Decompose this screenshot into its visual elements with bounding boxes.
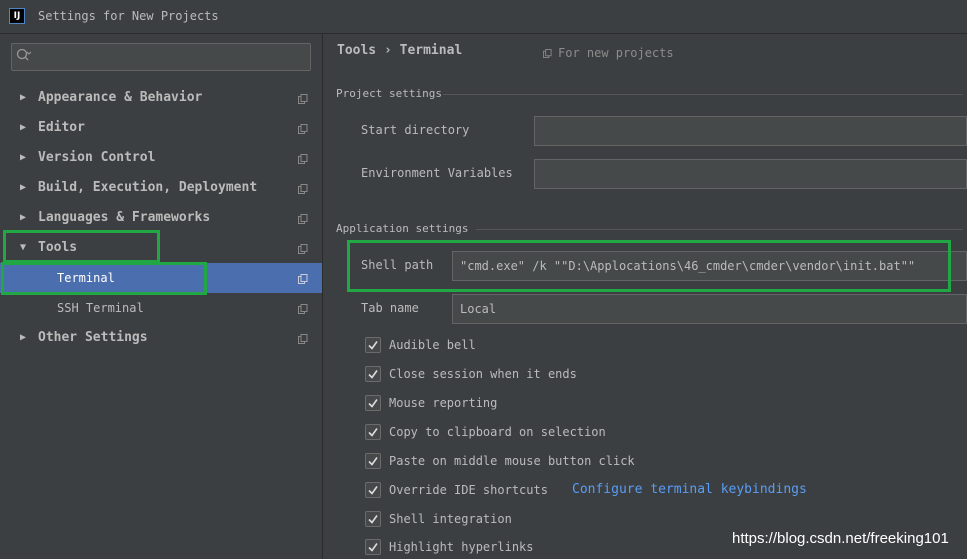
checkbox[interactable] xyxy=(365,453,381,469)
checkmark-icon xyxy=(368,515,378,524)
settings-sidebar: ▶ Appearance & Behavior ▶ Editor ▶ Versi… xyxy=(0,34,323,559)
project-scope-icon xyxy=(298,244,308,254)
application-settings-title: Application settings xyxy=(336,222,469,235)
checkbox[interactable] xyxy=(365,539,381,555)
chevron-right-icon: ▶ xyxy=(20,332,27,343)
section-divider xyxy=(476,229,963,230)
chevron-right-icon: ▶ xyxy=(20,152,27,163)
sidebar-item-other-settings[interactable]: ▶ Other Settings xyxy=(0,323,322,353)
checkmark-icon xyxy=(368,341,378,350)
section-divider xyxy=(443,94,963,95)
checkbox-label: Override IDE shortcuts xyxy=(389,483,548,497)
chevron-right-icon: ▶ xyxy=(20,92,27,103)
checkmark-icon xyxy=(368,428,378,437)
sidebar-item-label: Tools xyxy=(38,240,78,255)
configure-keybindings-link[interactable]: Configure terminal keybindings xyxy=(572,480,807,500)
sidebar-item-label: Languages & Frameworks xyxy=(38,210,211,225)
sidebar-item-editor[interactable]: ▶ Editor xyxy=(0,113,322,143)
sidebar-item-label: Editor xyxy=(38,120,85,135)
environment-variables-label: Environment Variables xyxy=(361,166,513,180)
checkbox[interactable] xyxy=(365,511,381,527)
start-directory-label: Start directory xyxy=(361,123,470,137)
sidebar-item-label: Version Control xyxy=(38,150,156,165)
project-scope-icon xyxy=(298,154,308,164)
checkbox-label: Close session when it ends xyxy=(389,367,577,381)
checkmark-icon xyxy=(368,543,378,552)
chevron-down-icon: ▼ xyxy=(20,242,27,253)
checkmark-icon xyxy=(368,486,378,495)
checkbox-label: Audible bell xyxy=(389,338,476,352)
sidebar-item-label: Terminal xyxy=(57,271,115,285)
shell-path-field[interactable]: "cmd.exe" /k ""D:\Applocations\46_cmder\… xyxy=(452,251,967,281)
sidebar-item-label: Build, Execution, Deployment xyxy=(38,180,258,195)
project-scope-icon xyxy=(543,49,552,58)
scope-note: For new projects xyxy=(543,46,674,60)
sidebar-item-label: Appearance & Behavior xyxy=(38,90,203,105)
chevron-right-icon: ▶ xyxy=(20,182,27,193)
search-input[interactable] xyxy=(11,43,311,71)
sidebar-item-terminal[interactable]: Terminal xyxy=(0,263,322,293)
project-scope-icon xyxy=(298,304,308,314)
checkmark-icon xyxy=(368,370,378,379)
project-settings-title: Project settings xyxy=(336,87,442,100)
sidebar-item-label: SSH Terminal xyxy=(57,301,144,315)
sidebar-item-build-execution-deployment[interactable]: ▶ Build, Execution, Deployment xyxy=(0,173,322,203)
sidebar-item-appearance-behavior[interactable]: ▶ Appearance & Behavior xyxy=(0,83,322,113)
checkbox[interactable] xyxy=(365,482,381,498)
sidebar-item-label: Other Settings xyxy=(38,330,148,345)
intellij-app-icon: IJ xyxy=(9,8,25,24)
tab-name-label: Tab name xyxy=(361,301,419,315)
checkbox[interactable] xyxy=(365,424,381,440)
checkbox[interactable] xyxy=(365,337,381,353)
environment-variables-field[interactable] xyxy=(534,159,967,189)
checkbox[interactable] xyxy=(365,395,381,411)
project-scope-icon xyxy=(298,94,308,104)
settings-content-panel: Tools › Terminal For new projects Projec… xyxy=(323,34,967,559)
checkbox[interactable] xyxy=(365,366,381,382)
checkbox-label: Mouse reporting xyxy=(389,396,498,410)
project-scope-icon xyxy=(298,214,308,224)
sidebar-item-ssh-terminal[interactable]: SSH Terminal xyxy=(0,293,322,323)
checkbox-label: Paste on middle mouse button click xyxy=(389,454,635,468)
project-scope-icon xyxy=(298,274,308,284)
chevron-right-icon: ▶ xyxy=(20,122,27,133)
project-scope-icon xyxy=(298,124,308,134)
title-bar: IJ Settings for New Projects xyxy=(0,0,967,34)
project-scope-icon xyxy=(298,334,308,344)
start-directory-field[interactable] xyxy=(534,116,967,146)
tab-name-field[interactable]: Local xyxy=(452,294,967,324)
project-scope-icon xyxy=(298,184,308,194)
window-title: Settings for New Projects xyxy=(38,9,219,23)
breadcrumb: Tools › Terminal xyxy=(337,43,463,58)
checkbox-label: Highlight hyperlinks xyxy=(389,540,534,554)
checkbox-label: Shell integration xyxy=(389,512,512,526)
checkmark-icon xyxy=(368,399,378,408)
watermark: https://blog.csdn.net/freeking101 xyxy=(732,530,949,547)
shell-path-label: Shell path xyxy=(361,258,434,272)
checkbox-label: Copy to clipboard on selection xyxy=(389,425,606,439)
sidebar-item-languages-frameworks[interactable]: ▶ Languages & Frameworks xyxy=(0,203,322,233)
checkmark-icon xyxy=(368,457,378,466)
sidebar-item-version-control[interactable]: ▶ Version Control xyxy=(0,143,322,173)
sidebar-item-tools[interactable]: ▼ Tools xyxy=(0,233,322,263)
scope-note-label: For new projects xyxy=(558,46,674,60)
chevron-right-icon: ▶ xyxy=(20,212,27,223)
search-icon xyxy=(16,48,32,61)
